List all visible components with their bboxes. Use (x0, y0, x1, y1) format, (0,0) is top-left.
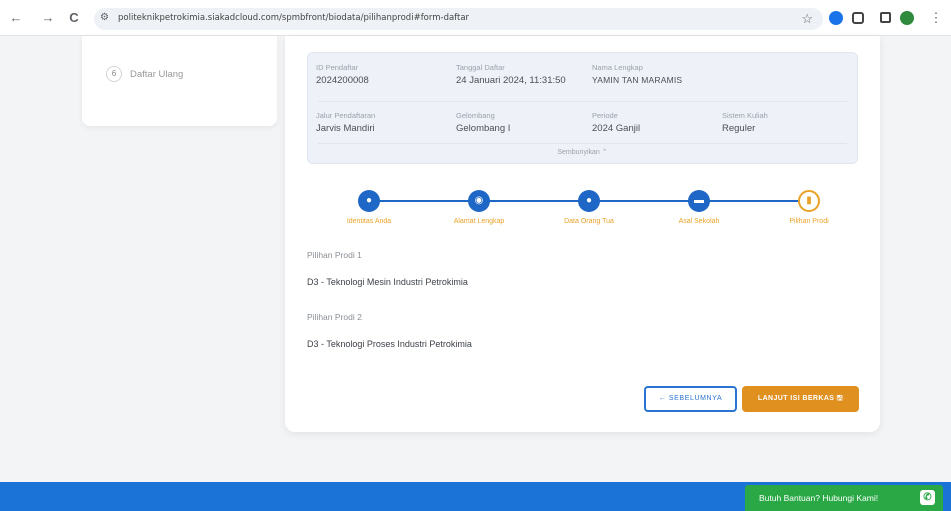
step-identitas[interactable]: ● Identitas Anda (329, 190, 409, 225)
step-asal-sekolah[interactable]: ▬ Asal Sekolah (659, 190, 739, 225)
wave-value: Gelombang I (456, 123, 511, 134)
registration-path-label: Jalur Pendaftaran (316, 111, 376, 120)
side-panel-icon[interactable] (880, 12, 891, 23)
person-icon: ● (358, 190, 380, 212)
browser-menu-icon[interactable]: ⋮ (928, 10, 944, 26)
applicant-id-value: 2024200008 (316, 75, 369, 86)
wave-label: Gelombang (456, 111, 495, 120)
sidebar-item-number: 6 (106, 66, 122, 82)
continue-upload-button[interactable]: LANJUT ISI BERKAS 🖫 (742, 386, 859, 412)
applicant-id-label: ID Pendaftar (316, 63, 359, 72)
extension-puzzle-icon[interactable] (852, 12, 864, 24)
period: Periode 2024 Ganjil (592, 111, 640, 134)
registration-path-value: Jarvis Mandiri (316, 123, 375, 134)
step-label: Asal Sekolah (678, 218, 720, 225)
applicant-id: ID Pendaftar 2024200008 (316, 63, 369, 86)
step-label: Identitas Anda (346, 218, 392, 225)
applicant-info-panel: ID Pendaftar 2024200008 Tanggal Daftar 2… (307, 52, 858, 164)
bookmark-star-icon[interactable]: ☆ (801, 11, 813, 27)
step-label: Alamat Lengkap (453, 218, 505, 225)
study-system: Sistem Kuliah Reguler (722, 111, 768, 134)
hide-info-link[interactable]: Sembunyikan ⌃ (308, 148, 857, 156)
location-pin-icon: ◉ (468, 190, 490, 212)
study-system-value: Reguler (722, 123, 756, 134)
first-choice-value: D3 - Teknologi Mesin Industri Petrokimia (307, 277, 468, 287)
period-label: Periode (592, 111, 618, 120)
registration-date-label: Tanggal Daftar (456, 63, 505, 72)
registration-path: Jalur Pendaftaran Jarvis Mandiri (316, 111, 375, 134)
extension-icon[interactable] (829, 11, 843, 25)
step-label: Data Orang Tua (564, 218, 614, 225)
study-system-label: Sistem Kuliah (722, 111, 768, 120)
parents-icon: ● (578, 190, 600, 212)
help-label: Butuh Bantuan? Hubungi Kami! (759, 493, 879, 503)
full-name-value: YAMIN TAN MARAMIS (592, 75, 683, 85)
full-name: Nama Lengkap YAMIN TAN MARAMIS (592, 63, 682, 85)
school-icon: ▬ (688, 190, 710, 212)
info-divider (318, 101, 847, 102)
info-divider-bottom (318, 143, 847, 144)
address-bar[interactable]: ⚙ politeknikpetrokimia.siakadcloud.com/s… (94, 8, 823, 30)
step-orang-tua[interactable]: ● Data Orang Tua (549, 190, 629, 225)
registration-date: Tanggal Daftar 24 Januari 2024, 11:31:50 (456, 63, 566, 86)
step-pilihan-prodi[interactable]: ▮ Pilihan Prodi (769, 190, 849, 225)
browser-toolbar: ← → C ⚙ politeknikpetrokimia.siakadcloud… (0, 0, 951, 36)
help-contact-button[interactable]: Butuh Bantuan? Hubungi Kami! ✆ (745, 485, 943, 511)
reload-icon[interactable]: C (66, 10, 82, 26)
profile-avatar[interactable] (900, 11, 914, 25)
first-choice-label: Pilihan Prodi 1 (307, 250, 362, 260)
wave: Gelombang Gelombang I (456, 111, 510, 134)
sidebar-item-daftar-ulang[interactable]: Daftar Ulang (130, 69, 183, 80)
registration-date-value: 24 Januari 2024, 11:31:50 (456, 75, 566, 86)
site-info-icon[interactable]: ⚙ (100, 12, 109, 23)
whatsapp-icon: ✆ (920, 490, 935, 505)
second-choice-label: Pilihan Prodi 2 (307, 312, 362, 322)
back-icon[interactable]: ← (8, 10, 24, 26)
url-text[interactable]: politeknikpetrokimia.siakadcloud.com/spm… (118, 13, 469, 23)
full-name-label: Nama Lengkap (592, 63, 643, 72)
sidebar-menu: 6 Daftar Ulang (82, 36, 277, 126)
step-label: Pilihan Prodi (789, 218, 829, 225)
forward-icon[interactable]: → (40, 10, 56, 26)
second-choice-value: D3 - Teknologi Proses Industri Petrokimi… (307, 339, 472, 349)
period-value: 2024 Ganjil (592, 123, 641, 134)
previous-button[interactable]: ← SEBELUMNYA (644, 386, 737, 412)
step-alamat[interactable]: ◉ Alamat Lengkap (439, 190, 519, 225)
registration-card: ID Pendaftar 2024200008 Tanggal Daftar 2… (285, 36, 880, 432)
book-icon: ▮ (798, 190, 820, 212)
